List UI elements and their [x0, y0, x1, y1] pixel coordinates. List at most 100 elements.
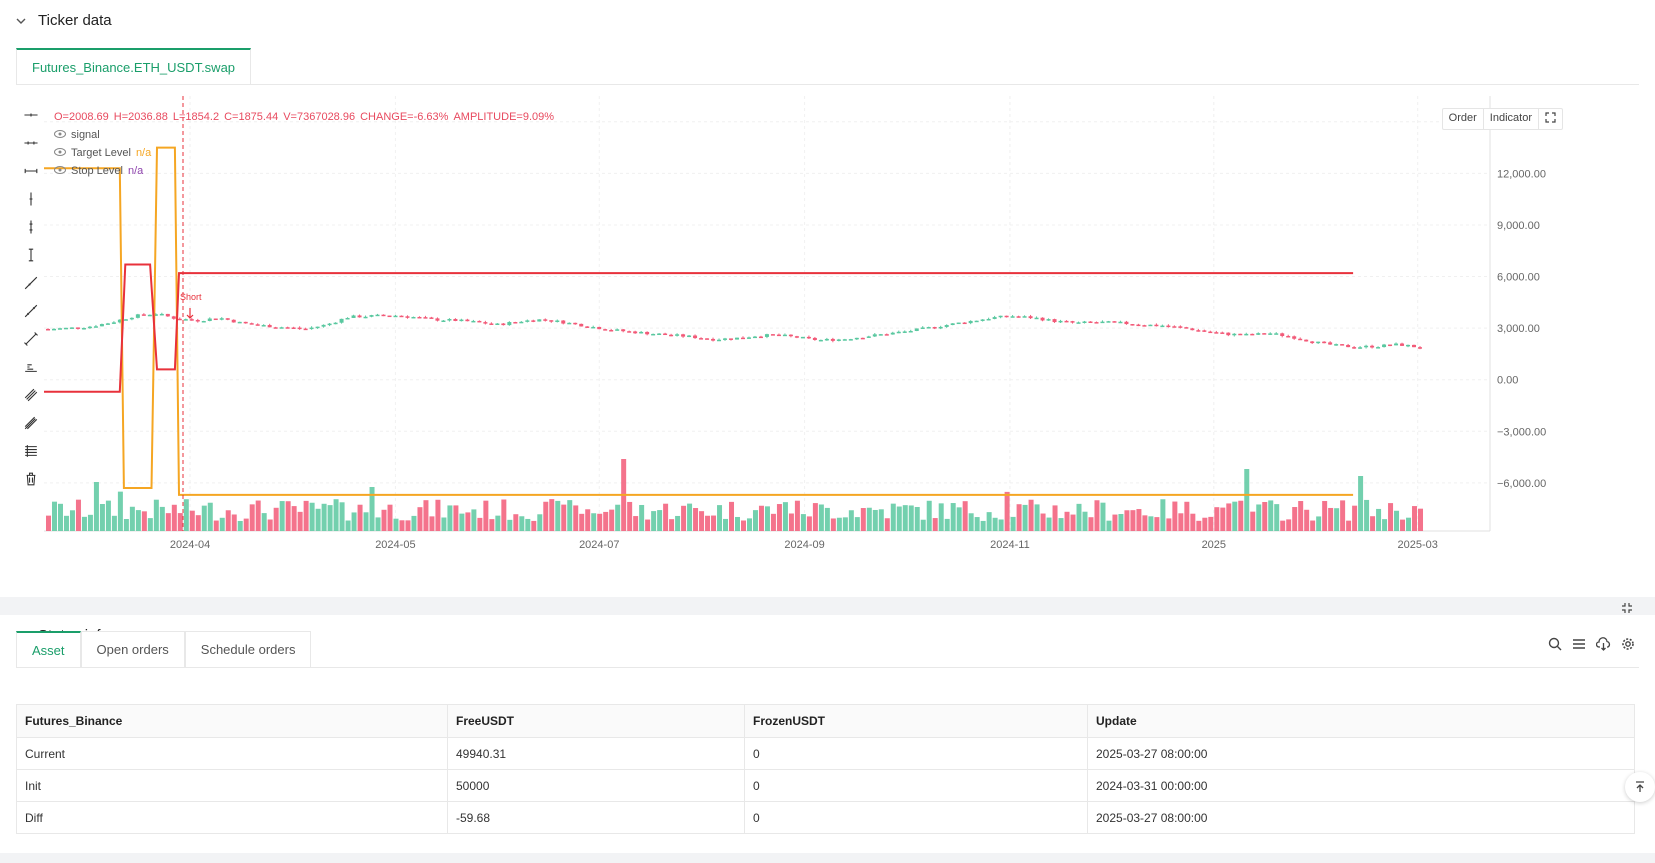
horizontal-line-icon[interactable]: [20, 132, 42, 154]
y-tick-label: 6,000.00: [1497, 272, 1540, 284]
volume-bar: [723, 518, 729, 531]
volume-bar: [1118, 514, 1124, 531]
trend-segment-icon[interactable]: [20, 328, 42, 350]
legend-value: n/a: [127, 165, 144, 177]
candle-body: [1070, 321, 1075, 323]
parallel-channel-icon[interactable]: [20, 384, 42, 406]
candle-body: [207, 318, 212, 321]
y-tick-label: −6,000.00: [1497, 478, 1546, 490]
row-label-current[interactable]: Current: [16, 737, 448, 770]
candle-body: [1112, 321, 1117, 323]
volume-bar: [1124, 510, 1130, 531]
column-header[interactable]: Update: [1087, 704, 1635, 738]
candle-body: [842, 339, 847, 341]
trash-icon[interactable]: [20, 468, 42, 490]
candle-body: [1406, 344, 1411, 347]
candle-body: [273, 327, 278, 329]
volume-bar: [255, 500, 261, 531]
tab-open-orders[interactable]: Open orders: [80, 631, 185, 667]
candle-body: [1172, 326, 1177, 328]
tab-schedule-orders[interactable]: Schedule orders: [184, 631, 312, 667]
candle-body: [776, 334, 781, 337]
candle-body: [866, 336, 871, 338]
fib-retracement-icon[interactable]: [20, 440, 42, 462]
volume-bar: [1142, 515, 1148, 531]
legend-series-target-level[interactable]: Target Level n/a: [54, 144, 554, 162]
volume-bar: [465, 512, 471, 531]
vertical-segment-icon[interactable]: [20, 244, 42, 266]
legend-series-signal[interactable]: signal: [54, 126, 554, 144]
candle-body: [992, 317, 997, 319]
column-header[interactable]: Futures_Binance: [16, 704, 448, 738]
cloud-download-icon[interactable]: [1595, 637, 1611, 656]
chevron-down-icon[interactable]: [16, 16, 26, 26]
volume-bar: [699, 511, 705, 531]
gear-icon[interactable]: [1621, 637, 1635, 656]
candle-body: [884, 334, 889, 336]
candle-body: [633, 331, 638, 334]
drawing-toolbar: [20, 104, 42, 496]
candle-body: [705, 338, 710, 340]
order-button[interactable]: Order: [1443, 109, 1484, 129]
candle-body: [1418, 347, 1423, 349]
candle-body: [1334, 344, 1339, 346]
volume-bar: [153, 499, 159, 531]
eye-icon[interactable]: [54, 144, 66, 162]
candle-body: [219, 318, 224, 320]
volume-bar: [477, 517, 483, 531]
low-value: L=1854.2: [172, 111, 220, 123]
candle-body: [75, 327, 80, 329]
candle-body: [279, 327, 284, 329]
candle-body: [69, 327, 74, 329]
eye-icon[interactable]: [54, 162, 66, 180]
price-label-icon[interactable]: [20, 356, 42, 378]
column-header[interactable]: FrozenUSDT: [744, 704, 1088, 738]
pitchfork-icon[interactable]: [20, 412, 42, 434]
fullscreen-button[interactable]: [1539, 109, 1562, 129]
candle-body: [225, 318, 230, 320]
candle-body: [1280, 333, 1285, 336]
indicator-button[interactable]: Indicator: [1484, 109, 1539, 129]
eye-icon[interactable]: [54, 126, 66, 144]
trend-line-icon[interactable]: [20, 300, 42, 322]
candle-body: [1412, 344, 1417, 348]
volume-bar: [962, 501, 968, 531]
volume-bar: [986, 512, 992, 531]
volume-bar: [633, 516, 639, 531]
horizontal-ray-icon[interactable]: [20, 104, 42, 126]
x-tick-label: 2024-11: [990, 539, 1030, 551]
volume-bar: [848, 510, 854, 531]
vertical-line-icon[interactable]: [20, 216, 42, 238]
legend-series-stop-level[interactable]: Stop Level n/a: [54, 162, 554, 180]
candle-body: [968, 320, 973, 324]
volume-bar: [69, 510, 75, 531]
candle-body: [1064, 320, 1069, 323]
candle-body: [105, 323, 110, 325]
candlestick-series: [46, 312, 1423, 350]
volume-bar: [1040, 513, 1046, 531]
candle-body: [1244, 333, 1249, 336]
volume-bar: [411, 515, 417, 531]
scroll-to-top-button[interactable]: [1625, 772, 1655, 802]
candle-body: [393, 315, 398, 318]
vertical-ray-icon[interactable]: [20, 188, 42, 210]
candle-body: [1196, 330, 1201, 332]
candle-body: [87, 326, 92, 329]
chart-legend: O=2008.69 H=2036.88 L=1854.2 C=1875.44 V…: [54, 108, 554, 180]
candle-body: [1364, 345, 1369, 348]
volume-bar: [735, 516, 740, 531]
column-header[interactable]: FreeUSDT: [447, 704, 745, 738]
tab-asset[interactable]: Asset: [16, 631, 81, 667]
search-icon[interactable]: [1548, 637, 1562, 656]
volume-bar: [369, 487, 375, 531]
candle-body: [770, 334, 775, 336]
trend-ray-icon[interactable]: [20, 272, 42, 294]
volume-bar: [459, 513, 465, 531]
list-icon[interactable]: [1572, 637, 1586, 656]
ticker-panel-header[interactable]: Ticker data: [16, 12, 112, 29]
candle-body: [878, 334, 883, 336]
candle-body: [1154, 324, 1159, 327]
horizontal-segment-icon[interactable]: [20, 160, 42, 182]
collapse-panel-button[interactable]: [1621, 601, 1633, 619]
tab-futures-binance-eth[interactable]: Futures_Binance.ETH_USDT.swap: [16, 48, 252, 84]
